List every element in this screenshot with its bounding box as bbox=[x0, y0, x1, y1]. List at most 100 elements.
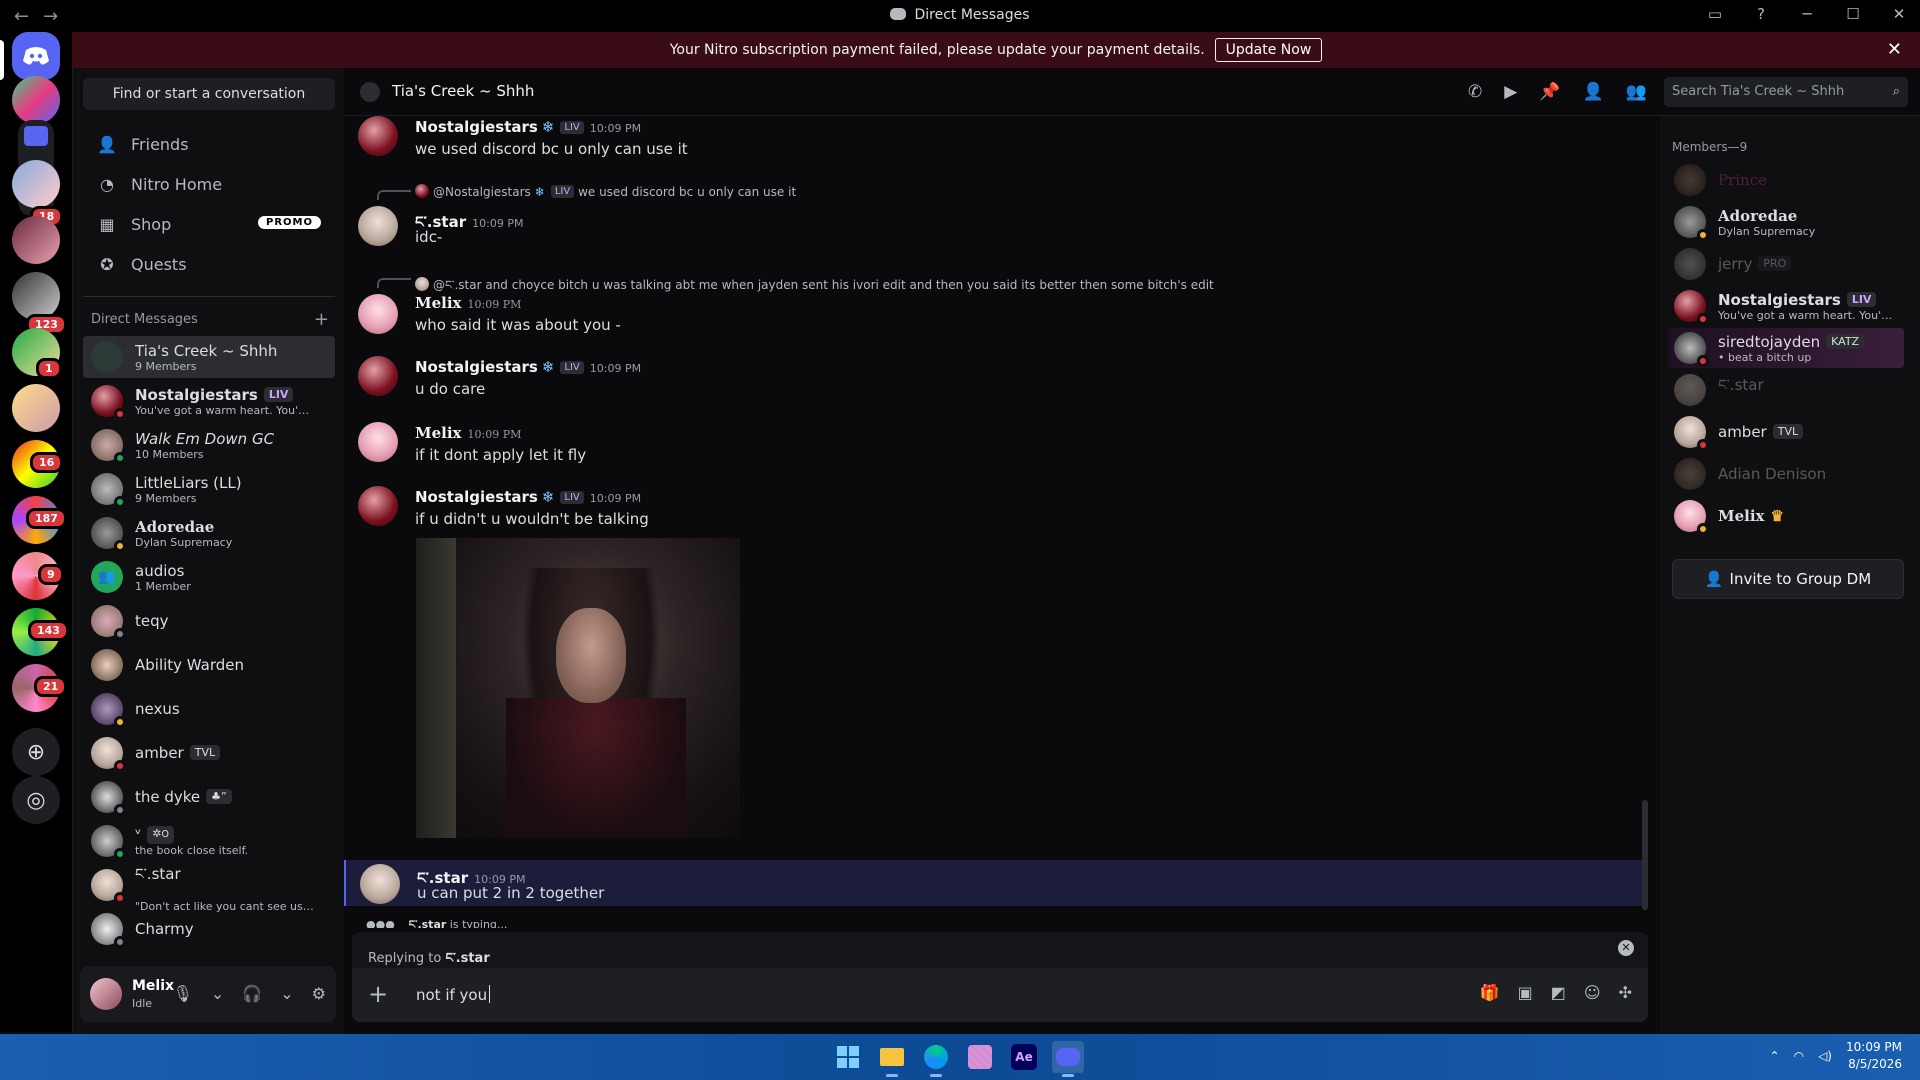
dm-item[interactable]: 👥 audios 1 Member bbox=[83, 556, 335, 598]
headphones-icon[interactable]: 🎧 bbox=[242, 984, 262, 1003]
discover-button[interactable]: ◎ bbox=[12, 776, 60, 824]
status-idle bbox=[1697, 229, 1709, 241]
microphone-icon[interactable]: 🎙 bbox=[173, 984, 193, 1003]
photos-icon[interactable] bbox=[964, 1041, 996, 1073]
update-now-button[interactable]: Update Now bbox=[1214, 38, 1323, 62]
dm-item[interactable]: ང་.star "Don't act like you cant see us b… bbox=[83, 864, 335, 913]
inbox-icon[interactable]: ▭ bbox=[1704, 5, 1726, 23]
close-window-icon[interactable]: ✕ bbox=[1888, 5, 1910, 23]
reply-preview[interactable]: @Nostalgiestars ❄ LIV we used discord bc u… bbox=[377, 184, 796, 200]
sticker-icon[interactable]: ◩ bbox=[1551, 983, 1566, 1002]
chevron-down-icon[interactable]: ⌄ bbox=[211, 984, 224, 1003]
find-conversation-button[interactable]: Find or start a conversation bbox=[83, 78, 335, 110]
voice-call-icon[interactable]: ✆ bbox=[1468, 82, 1482, 102]
edge-icon[interactable] bbox=[920, 1041, 952, 1077]
message-input[interactable]: not if you bbox=[416, 985, 491, 1004]
nav-nitro-home[interactable]: ◔ Nitro Home bbox=[83, 164, 335, 204]
author-avatar[interactable] bbox=[358, 206, 398, 246]
dm-item[interactable]: the dyke ♣” bbox=[83, 776, 335, 818]
member-item[interactable]: Nostalgiestars LIV You've got a warm heart… bbox=[1668, 286, 1904, 326]
wifi-icon[interactable]: ◠ bbox=[1794, 1049, 1804, 1063]
member-item[interactable]: amber TVL bbox=[1668, 412, 1904, 452]
user-avatar[interactable] bbox=[90, 978, 122, 1010]
message[interactable]: Nostalgiestars ❄ LIV 10:09 PM we used disco… bbox=[344, 116, 1644, 168]
avatar bbox=[1674, 500, 1709, 535]
message-highlighted[interactable]: ང་.star 10:09 PM u can put 2 in 2 togethe… bbox=[344, 860, 1644, 906]
start-icon[interactable] bbox=[832, 1041, 864, 1073]
emoji-icon[interactable]: ☺ bbox=[1584, 983, 1601, 1002]
dm-item[interactable]: Nostalgiestars LIV You've got a warm heart… bbox=[83, 380, 335, 422]
dm-item[interactable]: amber TVL bbox=[83, 732, 335, 774]
invite-to-group-dm-button[interactable]: 👤 Invite to Group DM bbox=[1672, 559, 1904, 599]
dm-item[interactable]: teqy bbox=[83, 600, 335, 642]
member-item[interactable]: Melix ♛ bbox=[1668, 496, 1904, 536]
reply-preview[interactable]: @ང་.star and choyce bitch u was talking … bbox=[377, 272, 1214, 306]
server-icon[interactable] bbox=[12, 272, 60, 320]
chevron-down-icon[interactable]: ⌄ bbox=[280, 984, 293, 1003]
help-icon[interactable]: ? bbox=[1750, 5, 1772, 23]
avatar bbox=[91, 605, 126, 640]
pinned-messages-icon[interactable]: 📌 bbox=[1539, 82, 1560, 102]
chevron-up-icon[interactable]: ⌃ bbox=[1770, 1049, 1780, 1063]
reply-line bbox=[377, 278, 411, 288]
add-friends-icon[interactable]: 👤 bbox=[1583, 82, 1604, 102]
author-avatar[interactable] bbox=[358, 116, 398, 156]
dm-item[interactable]: ᵛ ✲౦ the book close itself. bbox=[83, 820, 335, 862]
dm-item[interactable]: Adoredae Dylan Supremacy bbox=[83, 512, 335, 554]
settings-gear-icon[interactable]: ⚙ bbox=[312, 984, 326, 1003]
clock[interactable]: 10:09 PM 8/5/2026 bbox=[1846, 1039, 1902, 1073]
message-composer[interactable]: + not if you 🎁 ▣ ◩ ☺ ✣ bbox=[352, 968, 1648, 1022]
server-icon[interactable] bbox=[12, 76, 60, 124]
nav-friends[interactable]: 👤 Friends bbox=[83, 124, 335, 164]
author-avatar[interactable] bbox=[358, 356, 398, 396]
minimize-icon[interactable]: ─ bbox=[1796, 5, 1818, 23]
member-item[interactable]: Adoredae Dylan Supremacy bbox=[1668, 202, 1904, 242]
maximize-icon[interactable]: ☐ bbox=[1842, 5, 1864, 23]
create-dm-icon[interactable]: + bbox=[314, 309, 329, 330]
message[interactable]: Melix 10:09 PM if it dont apply let it fl… bbox=[344, 422, 1644, 474]
member-item[interactable]: Prince bbox=[1668, 160, 1904, 200]
message-list: Nostalgiestars ❄ LIV 10:09 PM we used disco… bbox=[344, 116, 1644, 928]
discord-icon[interactable] bbox=[1052, 1041, 1084, 1077]
message[interactable]: Nostalgiestars ❄ LIV 10:09 PM u do care bbox=[344, 356, 1644, 408]
dm-item[interactable]: Ability Warden bbox=[83, 644, 335, 686]
plus-icon: ⊕ bbox=[26, 739, 46, 765]
video-call-icon[interactable]: ▶ bbox=[1504, 82, 1517, 102]
add-server-button[interactable]: ⊕ bbox=[12, 728, 60, 776]
volume-icon[interactable]: ◁) bbox=[1818, 1049, 1832, 1063]
nav-quests[interactable]: ✪ Quests bbox=[83, 244, 335, 284]
dm-item[interactable]: Walk Em Down GC 10 Members bbox=[83, 424, 335, 466]
author-avatar[interactable] bbox=[360, 864, 400, 904]
cancel-reply-icon[interactable]: ✕ bbox=[1618, 940, 1634, 956]
member-list-icon[interactable]: 👥 bbox=[1626, 82, 1647, 102]
gift-icon[interactable]: 🎁 bbox=[1480, 983, 1500, 1002]
member-item[interactable]: siredtojayden KATZ • beat a bitch up bbox=[1668, 328, 1904, 368]
attached-gif-image[interactable] bbox=[416, 538, 740, 838]
dm-item[interactable]: LittleLiars (LL) 9 Members bbox=[83, 468, 335, 510]
member-item[interactable]: Adian Denison bbox=[1668, 454, 1904, 494]
nav-shop[interactable]: ▦ Shop PROMO bbox=[83, 204, 335, 244]
after-effects-icon[interactable]: Ae bbox=[1008, 1041, 1040, 1073]
dm-item[interactable]: nexus bbox=[83, 688, 335, 730]
apps-icon[interactable]: ✣ bbox=[1619, 983, 1632, 1002]
search-input[interactable]: Search Tia's Creek ~ Shhh ⌕ bbox=[1664, 77, 1908, 107]
server-rail: 18 123 1 16 187 9 143 21 ⊕ ◎ bbox=[0, 32, 72, 1032]
close-banner-icon[interactable]: ✕ bbox=[1887, 39, 1902, 60]
author-avatar[interactable] bbox=[358, 422, 398, 462]
author-avatar[interactable] bbox=[358, 294, 398, 334]
upload-plus-icon[interactable]: + bbox=[368, 980, 388, 1008]
gif-icon[interactable]: ▣ bbox=[1518, 983, 1533, 1002]
message[interactable]: @ང་.star and choyce bitch u was talking … bbox=[344, 272, 1644, 344]
home-button[interactable] bbox=[12, 32, 60, 80]
scrollbar[interactable] bbox=[1642, 800, 1648, 910]
file-explorer-icon[interactable] bbox=[876, 1041, 908, 1077]
dm-item[interactable]: Charmy bbox=[83, 908, 335, 950]
member-item[interactable]: ང་.star bbox=[1668, 370, 1904, 410]
server-icon[interactable] bbox=[12, 216, 60, 264]
author-avatar[interactable] bbox=[358, 486, 398, 526]
dm-item[interactable]: Tia's Creek ~ Shhh 9 Members bbox=[83, 336, 335, 378]
server-icon[interactable] bbox=[12, 160, 60, 208]
member-item[interactable]: jerry PRO bbox=[1668, 244, 1904, 284]
server-icon[interactable] bbox=[12, 384, 60, 432]
message[interactable]: @Nostalgiestars ❄ LIV we used discord bc u… bbox=[344, 184, 1644, 256]
